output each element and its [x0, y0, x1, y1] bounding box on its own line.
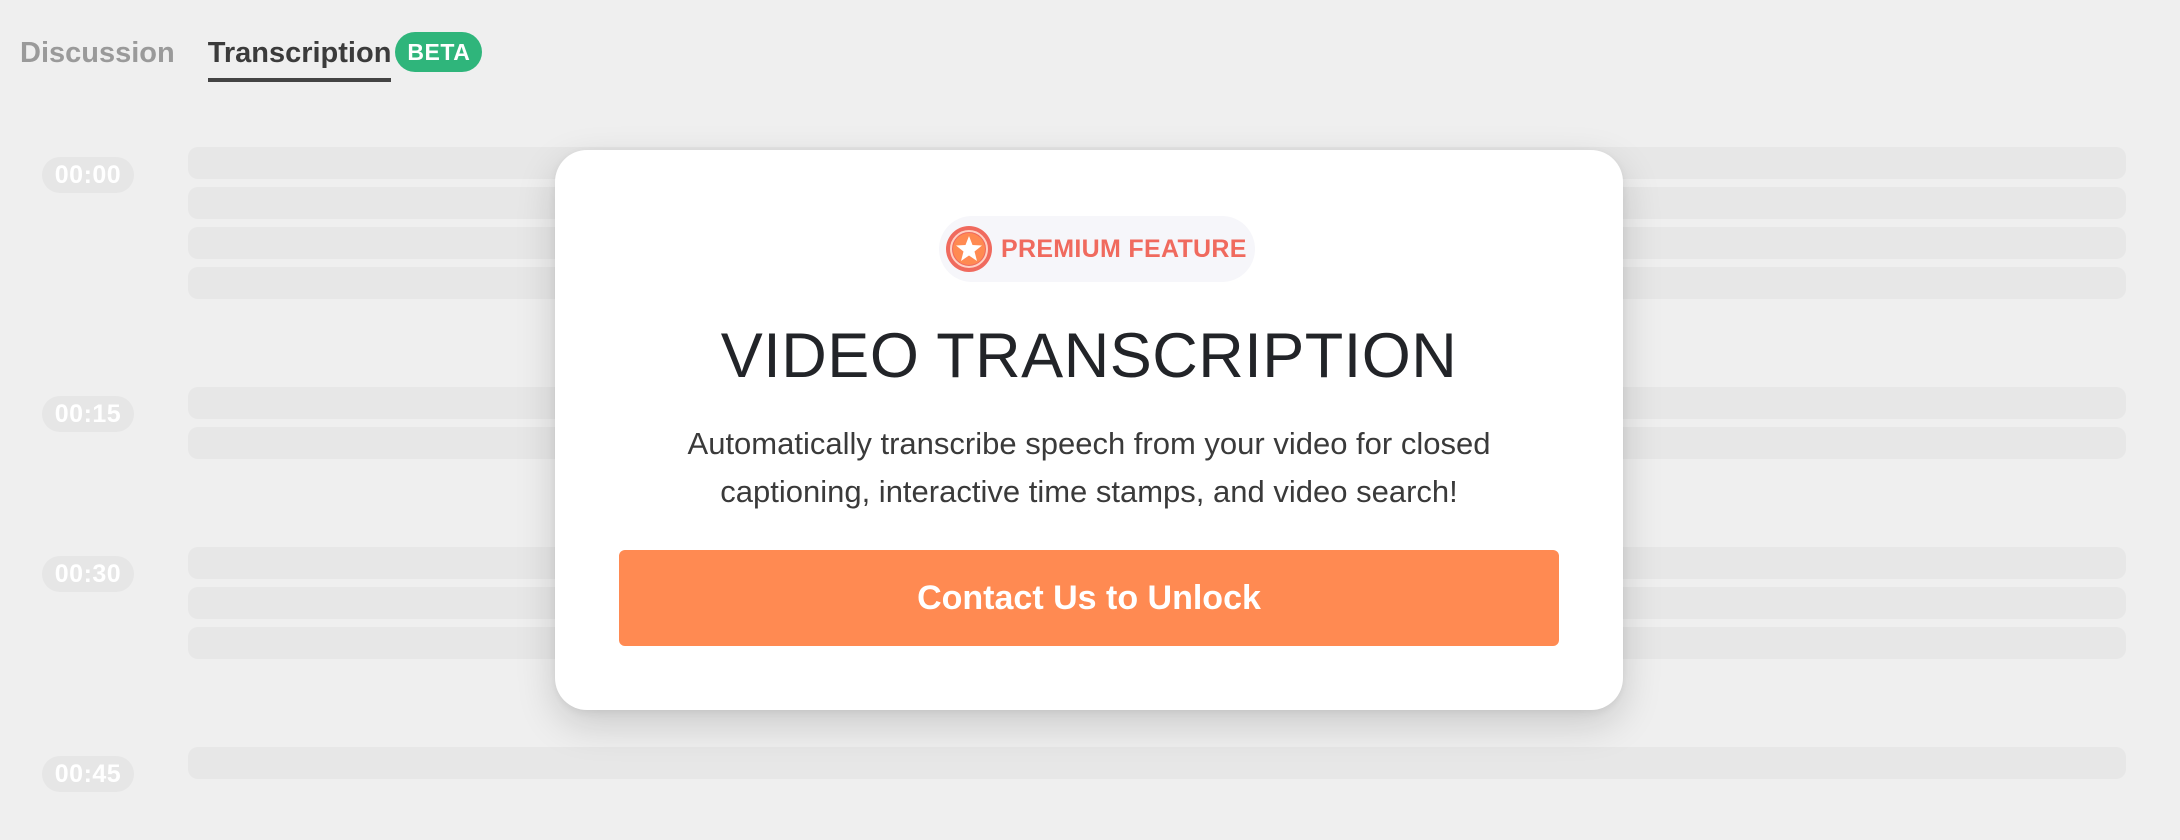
timestamp: 00:15 — [42, 396, 134, 432]
tab-bar: Discussion Transcription BETA — [20, 28, 483, 84]
beta-badge: BETA — [395, 32, 483, 72]
timestamp: 00:30 — [42, 556, 134, 592]
tab-discussion[interactable]: Discussion — [20, 28, 175, 78]
premium-feature-label: PREMIUM FEATURE — [1001, 234, 1247, 263]
timestamp: 00:45 — [42, 756, 134, 792]
premium-feature-badge: PREMIUM FEATURE — [939, 216, 1255, 282]
tab-transcription[interactable]: Transcription BETA — [207, 28, 483, 82]
modal-description: Automatically transcribe speech from you… — [687, 426, 1491, 509]
transcript-placeholder-line — [188, 747, 2126, 779]
tab-transcription-label: Transcription — [207, 28, 392, 82]
premium-feature-modal: PREMIUM FEATURE VIDEO TRANSCRIPTION Auto… — [555, 150, 1623, 710]
contact-us-to-unlock-button[interactable]: Contact Us to Unlock — [619, 550, 1559, 646]
timestamp: 00:00 — [42, 157, 134, 193]
modal-title: VIDEO TRANSCRIPTION — [720, 321, 1458, 391]
star-icon — [946, 226, 992, 272]
